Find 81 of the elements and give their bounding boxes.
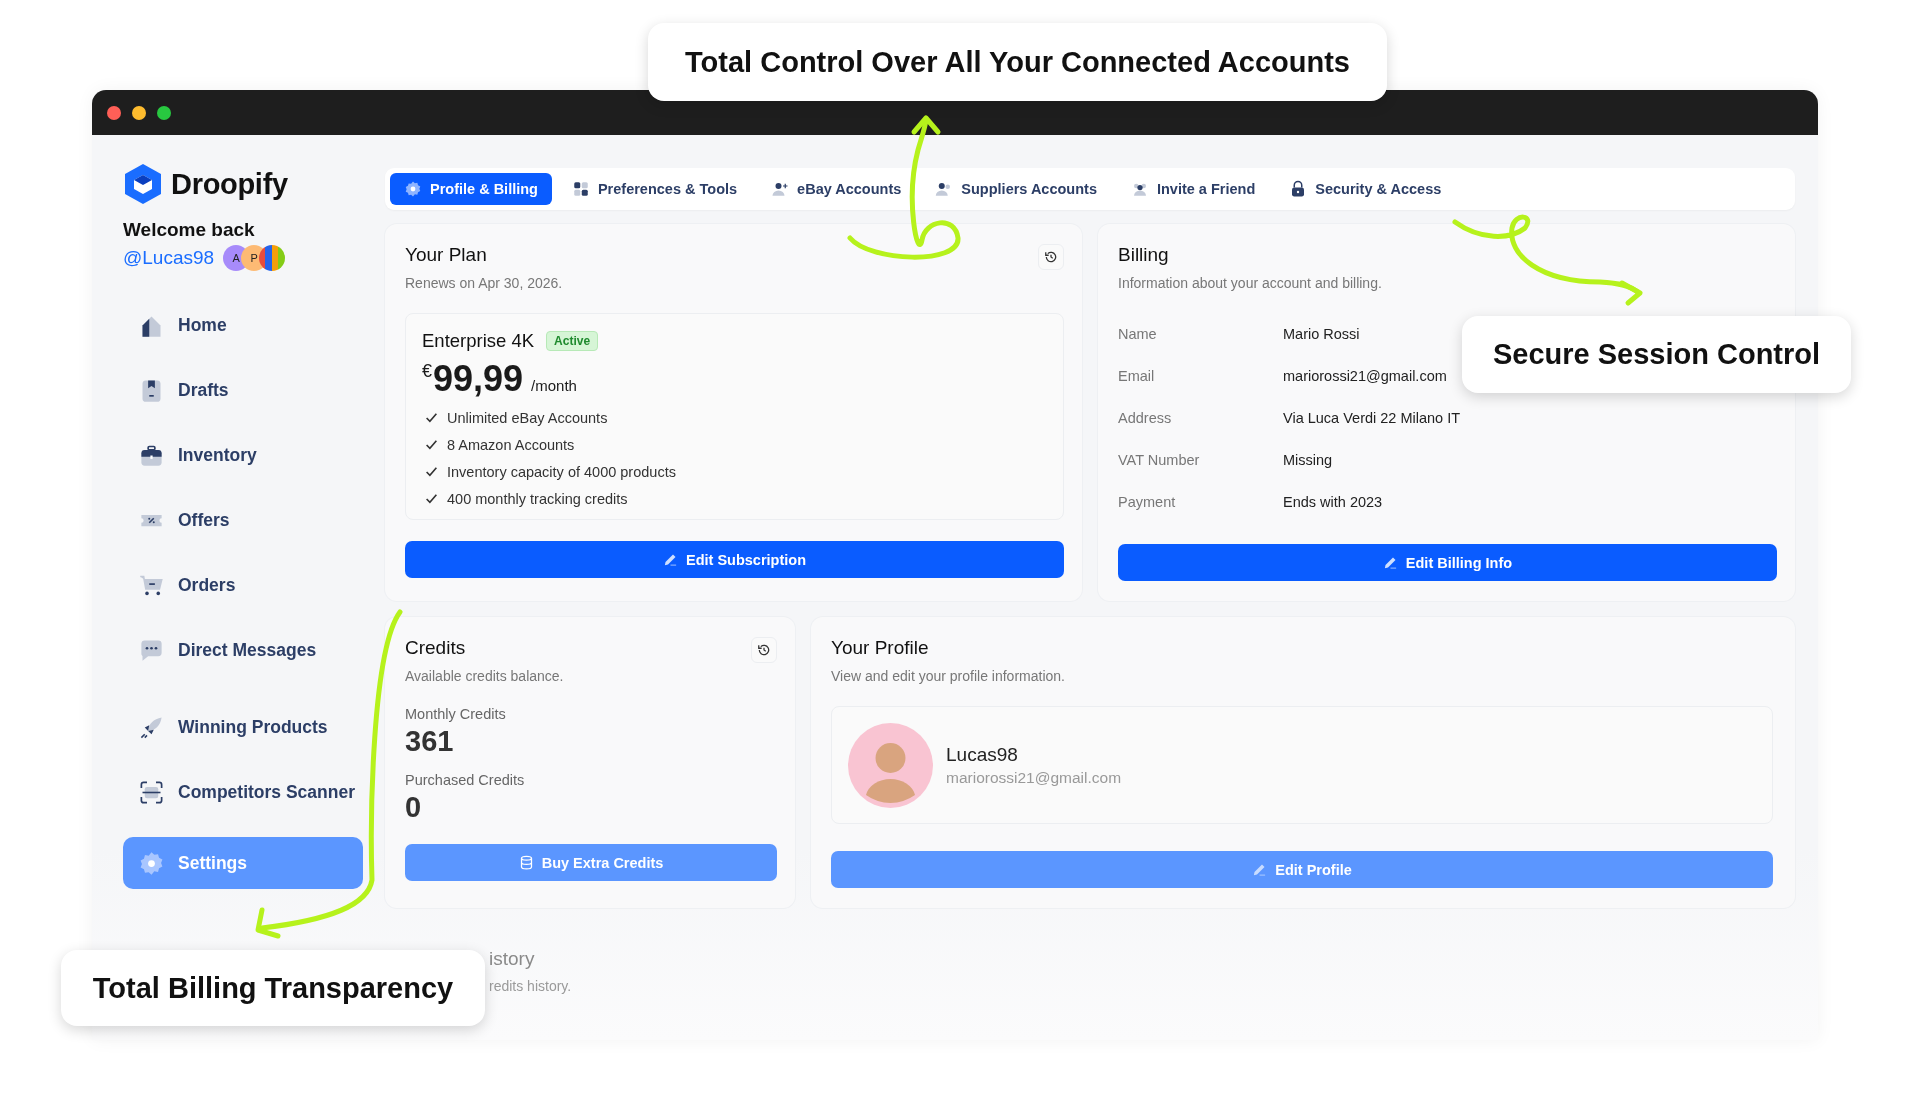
maximize-button[interactable] (157, 105, 171, 120)
checkmark-icon (425, 411, 438, 424)
profile-name: Lucas98 (946, 743, 1019, 766)
callout-label: Secure Session Control (1462, 316, 1851, 393)
field-label: Address (1118, 410, 1173, 426)
history-icon (1044, 250, 1058, 264)
plan-name: Enterprise 4K (422, 330, 535, 352)
card-subtitle: Available credits balance. (405, 668, 564, 684)
sidebar-item[interactable]: Orders (123, 553, 363, 618)
sidebar-item[interactable]: Direct Messages (123, 618, 363, 683)
card-title: Your Profile (831, 637, 930, 659)
avatar-icon (848, 722, 933, 808)
field-value: mariorossi21@gmail.com (1283, 368, 1447, 384)
field-label: Payment (1118, 494, 1177, 510)
checkmark-icon (425, 438, 438, 451)
history-button[interactable] (751, 637, 777, 663)
gear-icon (138, 849, 165, 877)
card-subtitle: Renews on Apr 30, 2026. (405, 275, 563, 291)
credits-label: Purchased Credits (405, 772, 526, 788)
checkmark-icon (425, 492, 438, 505)
section-subtitle: redits history. (489, 978, 573, 994)
pencil-icon (1382, 555, 1398, 570)
sidebar-item[interactable]: Inventory (123, 423, 363, 488)
credits-label: Monthly Credits (405, 706, 507, 722)
currency-symbol: € (422, 361, 432, 382)
field-value: Mario Rossi (1283, 326, 1360, 342)
field-label: Email (1118, 368, 1156, 384)
feature-text: 8 Amazon Accounts (447, 436, 575, 453)
sidebar-item[interactable]: Offers (123, 488, 363, 553)
card-title: Billing (1118, 244, 1170, 266)
checkmark-icon (425, 465, 438, 478)
rocket-icon (138, 714, 165, 741)
section-title: istory (489, 948, 536, 970)
sidebar-item[interactable]: Winning Products (123, 695, 363, 760)
history-button[interactable] (1038, 244, 1064, 270)
price-text: 99,99 (433, 358, 524, 400)
field-value: Via Luca Verdi 22 Milano IT (1283, 410, 1461, 426)
card-subtitle: View and edit your profile information. (831, 668, 1065, 684)
profile-email: mariorossi21@gmail.com (946, 768, 1122, 787)
username-link[interactable]: @Lucas98 (123, 247, 215, 269)
minimize-button[interactable] (132, 105, 146, 120)
tab[interactable]: eBay Accounts (757, 173, 916, 205)
user-add-icon (771, 180, 790, 198)
avatar-icon (259, 245, 286, 271)
sidebar-item[interactable]: Home (123, 293, 363, 358)
logo-icon (123, 163, 163, 205)
tab[interactable]: Preferences & Tools (557, 173, 752, 205)
feature-text: Unlimited eBay Accounts (447, 409, 608, 426)
field-label: VAT Number (1118, 452, 1201, 468)
brand-name: Droopify (171, 167, 288, 201)
credits-value: 0 (405, 791, 423, 824)
field-label: Name (1118, 326, 1158, 342)
field-value: Ends with 2023 (1283, 494, 1383, 510)
callout-label: Total Billing Transparency (61, 950, 485, 1026)
tab[interactable]: Suppliers Accounts (921, 173, 1111, 205)
callout-label: Total Control Over All Your Connected Accounts (648, 23, 1387, 101)
welcome-text: Welcome back (123, 219, 256, 241)
tab[interactable]: Invite a Friend (1116, 173, 1270, 205)
action-button[interactable]: Edit Subscription (405, 541, 1064, 578)
pencil-icon (1252, 862, 1268, 877)
pencil-icon (663, 552, 678, 567)
field-value: Missing (1283, 452, 1333, 468)
tab[interactable]: Profile & Billing (390, 173, 552, 205)
sidebar-item[interactable]: Drafts (123, 358, 363, 423)
tab[interactable]: Security & Access (1275, 173, 1456, 205)
close-button[interactable] (107, 105, 121, 120)
grid-icon (571, 180, 590, 198)
card-title: Credits (405, 637, 467, 659)
coins-icon (518, 855, 534, 870)
feature-text: 400 monthly tracking credits (447, 490, 628, 507)
status-badge: Active (546, 331, 599, 351)
price-period: /month (531, 377, 577, 394)
scanner-icon (138, 779, 165, 806)
history-icon (757, 643, 771, 657)
action-button[interactable]: Edit Billing Info (1118, 544, 1777, 581)
gear-icon (404, 180, 422, 198)
card-title: Your Plan (405, 244, 488, 266)
credits-value: 361 (405, 725, 455, 758)
feature-text: Inventory capacity of 4000 products (447, 463, 676, 480)
sidebar-item[interactable]: Competitors Scanner (123, 760, 363, 825)
card-subtitle: Information about your account and billing. (1118, 275, 1382, 291)
